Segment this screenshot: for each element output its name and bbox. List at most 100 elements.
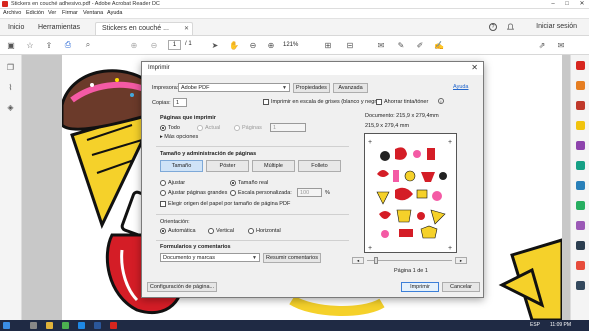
create-pdf-icon[interactable]: [576, 81, 585, 90]
upload-icon[interactable]: ⇪: [43, 39, 55, 51]
help-link[interactable]: Ayuda: [453, 84, 469, 90]
print-icon[interactable]: ⎙: [62, 39, 74, 51]
menu-edicion[interactable]: Edición: [26, 10, 44, 16]
highlight-icon[interactable]: ✐: [414, 39, 426, 51]
divider: [156, 214, 349, 215]
chrome-icon[interactable]: [62, 322, 69, 329]
dialog-close-icon[interactable]: ✕: [471, 63, 478, 72]
tab-herramientas[interactable]: Herramientas: [32, 22, 86, 35]
store-icon[interactable]: [78, 322, 85, 329]
sign-icon[interactable]: ✍: [433, 39, 445, 51]
comment-tool-icon[interactable]: [576, 121, 585, 130]
grayscale-checkbox[interactable]: [263, 99, 269, 105]
next-page-icon[interactable]: ⊖: [148, 39, 160, 51]
mail-icon[interactable]: ✉: [555, 39, 567, 51]
taskview-icon[interactable]: [30, 322, 37, 329]
signin-link[interactable]: Iniciar sesión: [536, 23, 577, 30]
protect-icon[interactable]: [576, 181, 585, 190]
radio-shrink[interactable]: [160, 190, 166, 196]
close-window-button[interactable]: ✕: [575, 0, 589, 9]
tab-booklet[interactable]: Folleto: [298, 160, 341, 172]
info-icon[interactable]: i: [438, 98, 444, 104]
windows-taskbar: ESP 11:09 PM: [0, 320, 589, 331]
menu-ver[interactable]: Ver: [48, 10, 56, 16]
zoom-in-icon[interactable]: ⊕: [265, 39, 277, 51]
page-setup-button[interactable]: Configuración de página...: [147, 282, 217, 292]
attachment-icon[interactable]: ⌇: [6, 83, 15, 92]
scale-input[interactable]: 100: [297, 188, 322, 197]
help-icon[interactable]: ?: [489, 23, 497, 31]
tab-size[interactable]: Tamaño: [160, 160, 203, 172]
select-cursor-icon[interactable]: ➤: [209, 39, 221, 51]
properties-button[interactable]: Propiedades: [293, 83, 330, 93]
clock[interactable]: 11:09 PM: [550, 322, 571, 328]
tab-inicio[interactable]: Inicio: [2, 22, 30, 35]
menu-firmar[interactable]: Firmar: [62, 10, 78, 16]
radio-fit[interactable]: [160, 180, 166, 186]
bell-icon[interactable]: [507, 23, 514, 31]
pen-icon[interactable]: ✎: [395, 39, 407, 51]
cancel-button[interactable]: Cancelar: [442, 282, 480, 292]
preview-slider-thumb[interactable]: [374, 257, 378, 264]
fit-page-icon[interactable]: ⊞: [322, 39, 334, 51]
fill-sign-icon[interactable]: [576, 201, 585, 210]
summarize-comments-button[interactable]: Resumir comentarios: [263, 253, 321, 263]
save-icon[interactable]: ▣: [5, 39, 17, 51]
radio-landscape[interactable]: [248, 228, 254, 234]
organize-pages-icon[interactable]: [576, 161, 585, 170]
zoom-select[interactable]: 121%: [283, 40, 309, 50]
paper-source-checkbox[interactable]: [160, 201, 166, 207]
page-number-input[interactable]: 1: [168, 40, 181, 50]
menu-ventana[interactable]: Ventana: [83, 10, 103, 16]
scan-icon[interactable]: [576, 241, 585, 250]
tab-multiple[interactable]: Múltiple: [252, 160, 295, 172]
comment-icon[interactable]: ✉: [375, 39, 387, 51]
bookmark-star-icon[interactable]: ☆: [24, 39, 36, 51]
forms-select[interactable]: Documento y marcas ▼: [160, 253, 260, 262]
radio-all-pages[interactable]: [160, 125, 166, 131]
maximize-button[interactable]: □: [560, 0, 574, 9]
send-comment-icon[interactable]: [576, 221, 585, 230]
more-tools-icon[interactable]: [576, 281, 585, 290]
explorer-icon[interactable]: [46, 322, 53, 329]
copies-input[interactable]: 1: [173, 98, 187, 107]
preview-slider[interactable]: [367, 260, 452, 261]
radio-fit-label: Ajustar: [168, 180, 186, 186]
radio-pages[interactable]: [234, 125, 240, 131]
share-icon[interactable]: ⇗: [536, 39, 548, 51]
layers-icon[interactable]: ◈: [6, 103, 15, 112]
hand-tool-icon[interactable]: ✋: [228, 39, 240, 51]
pages-range-input[interactable]: 1: [270, 123, 306, 132]
printer-select[interactable]: Adobe PDF ▼: [178, 83, 290, 92]
more-options-toggle[interactable]: ▸ Más opciones: [160, 134, 198, 140]
minimize-button[interactable]: –: [546, 0, 560, 9]
search-icon[interactable]: ⌕: [82, 39, 94, 51]
word-icon[interactable]: [94, 322, 101, 329]
prev-preview-icon[interactable]: ◂: [352, 257, 364, 264]
edit-pdf-icon[interactable]: [576, 101, 585, 110]
language-indicator[interactable]: ESP: [530, 322, 540, 328]
radio-custom-scale[interactable]: [230, 190, 236, 196]
combine-files-icon[interactable]: [576, 141, 585, 150]
menu-ayuda[interactable]: Ayuda: [107, 10, 123, 16]
tab-poster[interactable]: Póster: [206, 160, 249, 172]
acrobat-taskbar-icon[interactable]: [110, 322, 117, 329]
menu-archivo[interactable]: Archivo: [3, 10, 21, 16]
export-pdf-icon[interactable]: [576, 61, 585, 70]
redact-icon[interactable]: [576, 261, 585, 270]
radio-portrait[interactable]: [208, 228, 214, 234]
tab-document[interactable]: Stickers en couché ...: [95, 22, 193, 35]
save-ink-checkbox[interactable]: [376, 99, 382, 105]
prev-page-icon[interactable]: ⊕: [128, 39, 140, 51]
print-button[interactable]: Imprimir: [401, 282, 439, 292]
advanced-button[interactable]: Avanzada: [333, 83, 368, 93]
scroll-mode-icon[interactable]: ⊟: [344, 39, 356, 51]
next-preview-icon[interactable]: ▸: [455, 257, 467, 264]
zoom-out-icon[interactable]: ⊖: [247, 39, 259, 51]
page-thumbnails-icon[interactable]: ❐: [6, 63, 15, 72]
radio-current-page[interactable]: [197, 125, 203, 131]
start-icon[interactable]: [3, 322, 10, 329]
radio-auto-orientation[interactable]: [160, 228, 166, 234]
radio-actual-size[interactable]: [230, 180, 236, 186]
tab-close-icon[interactable]: ✕: [184, 25, 189, 32]
